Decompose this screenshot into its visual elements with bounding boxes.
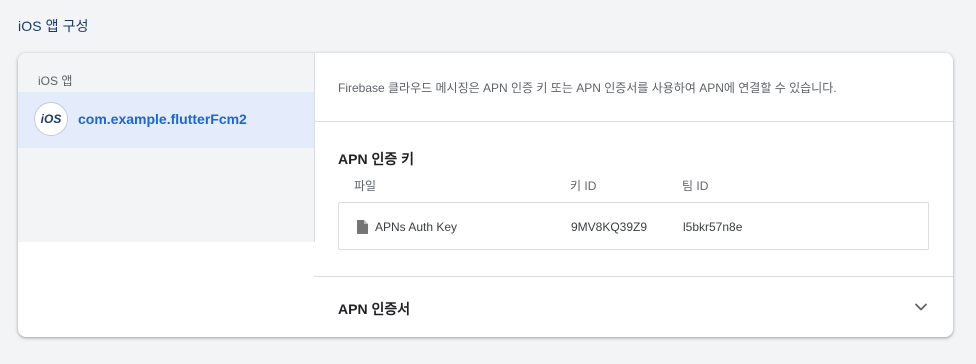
auth-key-id: 9MV8KQ39Z9	[571, 220, 648, 234]
apn-certificate-title: APN 인증서	[338, 301, 411, 317]
file-icon	[357, 220, 368, 234]
divider	[314, 276, 953, 277]
app-list-item[interactable]: iOS com.example.flutterFcm2	[18, 92, 314, 148]
divider	[314, 121, 953, 122]
section-title: iOS 앱 구성	[18, 18, 89, 34]
auth-team-id: l5bkr57n8e	[683, 220, 743, 234]
auth-key-file-name: APNs Auth Key	[375, 220, 458, 234]
ios-badge-icon: iOS	[34, 102, 68, 136]
ios-config-card: iOS 앱 iOS com.example.flutterFcm2 Fireba…	[18, 53, 953, 337]
app-list-label: iOS 앱	[38, 74, 73, 88]
app-list-pane: iOS 앱 iOS com.example.flutterFcm2	[18, 53, 315, 242]
chevron-down-icon[interactable]	[914, 300, 928, 314]
column-header-team-id: 팀 ID	[682, 179, 709, 193]
apn-config-pane: Firebase 클라우드 메시징은 APN 인증 키 또는 APN 인증서를 …	[314, 53, 953, 337]
auth-key-row: APNs Auth Key 9MV8KQ39Z9 l5bkr57n8e	[338, 202, 929, 250]
column-header-key-id: 키 ID	[570, 179, 597, 193]
app-bundle-id: com.example.flutterFcm2	[78, 111, 247, 127]
apn-intro-text: Firebase 클라우드 메시징은 APN 인증 키 또는 APN 인증서를 …	[338, 81, 837, 95]
column-header-file: 파일	[354, 179, 377, 193]
apn-auth-key-title: APN 인증 키	[338, 151, 414, 167]
